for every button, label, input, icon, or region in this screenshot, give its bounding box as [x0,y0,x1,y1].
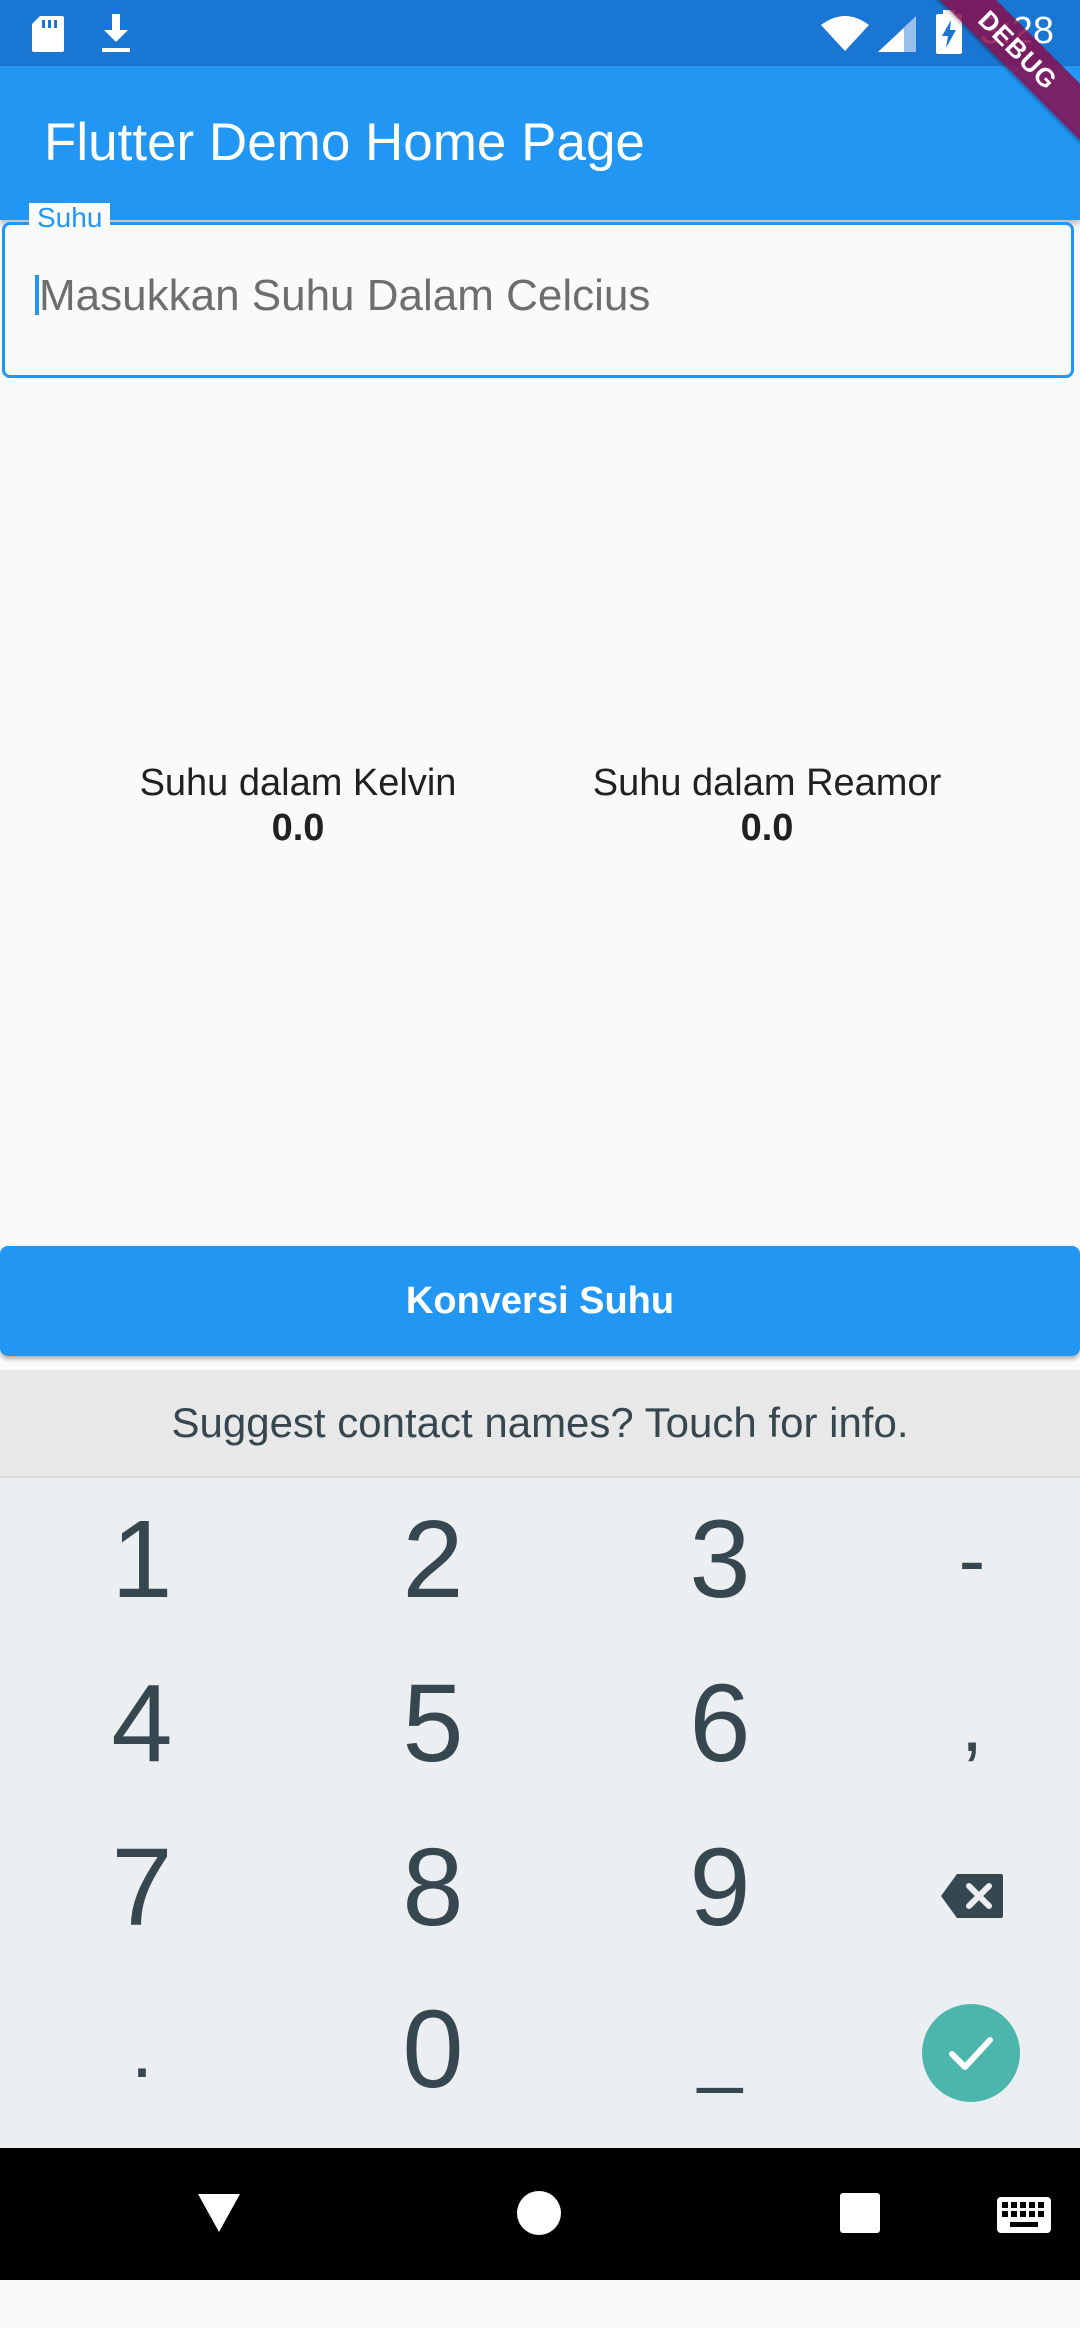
app-bar: Flutter Demo Home Page [0,66,1080,220]
key-3[interactable]: 3 [600,1480,840,1640]
suggestion-strip[interactable]: Suggest contact names? Touch for info. [0,1370,1080,1478]
key-7[interactable]: 7 [22,1808,262,1968]
page-title: Flutter Demo Home Page [44,113,645,172]
keyboard-switch-icon[interactable] [996,2196,1052,2328]
convert-button[interactable]: Konversi Suhu [0,1246,1080,1356]
status-bar: 3:28 [0,0,1080,66]
temperature-input[interactable]: Suhu Masukkan Suhu Dalam Celcius [2,203,1074,378]
key-4[interactable]: 4 [22,1644,262,1804]
backspace-key[interactable] [852,1808,1080,1968]
cell-signal-icon [876,14,918,59]
backspace-icon [939,1826,1005,1949]
reamur-result: Suhu dalam Reamor 0.0 [557,760,977,850]
kelvin-label: Suhu dalam Kelvin [139,762,457,804]
numeric-keyboard: Suggest contact names? Touch for info. 1… [0,1370,1080,2148]
key-underscore[interactable]: _ [600,1970,840,2130]
enter-key[interactable] [922,2004,1020,2102]
wifi-icon [820,15,870,58]
kelvin-result: Suhu dalam Kelvin 0.0 [88,760,508,850]
key-1[interactable]: 1 [22,1480,262,1640]
input-label: Suhu [29,203,111,233]
key-8[interactable]: 8 [313,1808,553,1968]
recents-icon[interactable] [838,2192,882,2324]
kelvin-value: 0.0 [271,807,325,849]
key-minus[interactable]: - [852,1480,1080,1640]
home-icon[interactable] [516,2190,562,2322]
input-placeholder: Masukkan Suhu Dalam Celcius [39,271,651,320]
key-6[interactable]: 6 [600,1644,840,1804]
key-2[interactable]: 2 [313,1480,553,1640]
key-period[interactable]: . [22,1970,262,2130]
back-icon[interactable] [196,2190,242,2322]
reamur-value: 0.0 [740,807,794,849]
key-comma[interactable]: , [852,1644,1080,1804]
system-nav-bar [0,2148,1080,2280]
sd-card-icon [30,14,66,59]
key-0[interactable]: 0 [313,1970,553,2130]
reamur-label: Suhu dalam Reamor [592,762,942,804]
key-5[interactable]: 5 [313,1644,553,1804]
download-icon [98,12,134,59]
key-9[interactable]: 9 [600,1808,840,1968]
